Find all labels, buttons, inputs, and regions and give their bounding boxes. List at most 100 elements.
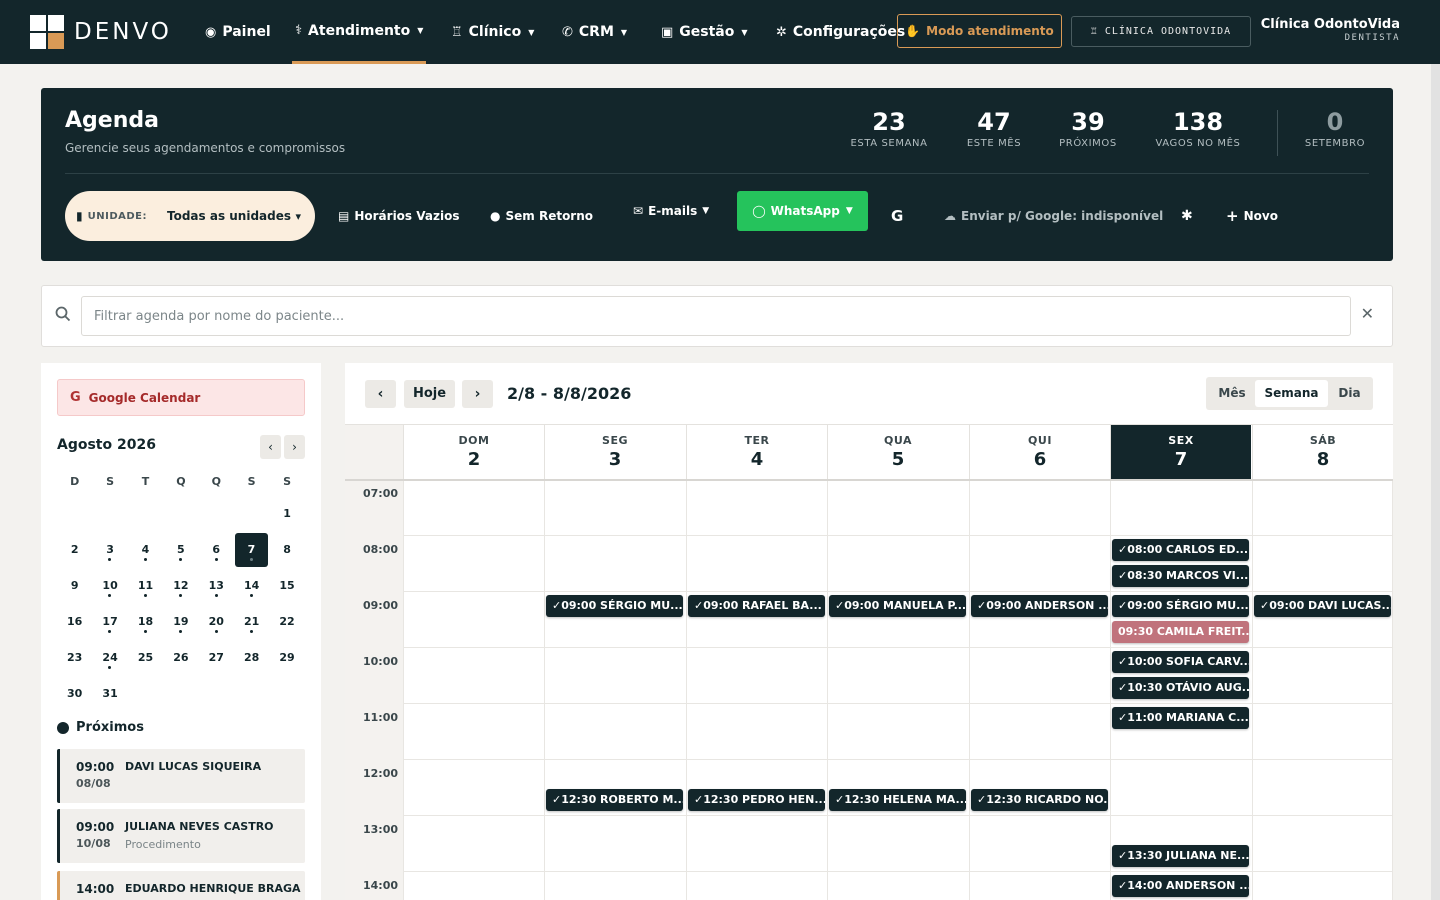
appointment-event[interactable]: ✓14:00 ANDERSON ... xyxy=(1112,875,1249,897)
enviar-google-button[interactable]: ☁ Enviar p/ Google: indisponível xyxy=(944,192,1163,240)
weekday-label: T xyxy=(141,475,150,488)
mini-prev-month-button[interactable]: ‹ xyxy=(260,435,281,459)
appointment-event[interactable]: ✓09:00 RAFAEL BA... xyxy=(688,595,825,617)
appointment-event[interactable]: ✓12:30 PEDRO HEN... xyxy=(688,789,825,811)
mini-day[interactable]: 31 xyxy=(92,677,127,713)
mini-day[interactable]: 22 xyxy=(269,605,304,641)
close-icon[interactable]: ✕ xyxy=(1361,304,1374,323)
appointment-event[interactable]: ✓09:00 DAVI LUCAS... xyxy=(1254,595,1391,617)
appointment-date: 10/08 xyxy=(76,837,111,850)
nav-atendimento[interactable]: ⚕ Atendimento ▼ xyxy=(292,0,427,64)
mini-day[interactable]: 8 xyxy=(269,533,304,569)
chevron-down-icon: ▼ xyxy=(528,27,535,37)
view-dia[interactable]: Dia xyxy=(1330,380,1369,407)
google-calendar-button[interactable]: G Google Calendar xyxy=(57,379,305,416)
brand-logo[interactable]: DENVO xyxy=(30,15,172,49)
mini-day[interactable]: 10 xyxy=(92,569,127,605)
mini-next-month-button[interactable]: › xyxy=(284,435,305,459)
mini-day[interactable]: 2 xyxy=(57,533,92,569)
appointment-event[interactable]: ✓12:30 ROBERTO M... xyxy=(546,789,683,811)
appointment-event[interactable]: ✓10:00 SOFIA CARV... xyxy=(1112,651,1249,673)
mini-day[interactable]: 28 xyxy=(234,641,269,677)
user-menu[interactable]: Clínica OdontoVida DENTISTA xyxy=(1261,17,1400,43)
google-sync-button[interactable]: G xyxy=(891,192,903,240)
upcoming-appointment[interactable]: 14:00 EDUARDO HENRIQUE BRAGA xyxy=(57,871,305,900)
mini-day[interactable]: 4 xyxy=(128,533,163,569)
sem-retorno-button[interactable]: ● Sem Retorno xyxy=(490,192,593,240)
day-header-sex[interactable]: SEX 7 xyxy=(1110,425,1251,480)
view-mes[interactable]: Mês xyxy=(1212,380,1252,407)
page-scrollbar[interactable] xyxy=(1431,64,1440,900)
mini-day[interactable]: 11 xyxy=(128,569,163,605)
mini-day[interactable]: 19 xyxy=(163,605,198,641)
upcoming-appointment[interactable]: 09:00 08/08 DAVI LUCAS SIQUEIRA xyxy=(57,749,305,803)
appointment-event[interactable]: ✓12:30 RICARDO NO... xyxy=(971,789,1108,811)
search-input[interactable] xyxy=(81,296,1351,336)
mini-day[interactable]: 18 xyxy=(128,605,163,641)
nav-crm[interactable]: ✆ CRM ▼ xyxy=(562,0,627,64)
mini-day[interactable]: 7 xyxy=(234,533,269,569)
mini-day[interactable]: 25 xyxy=(128,641,163,677)
bug-report-button[interactable]: ✱ xyxy=(1181,192,1193,240)
nav-clinico[interactable]: ♖ Clínico ▼ xyxy=(451,0,534,64)
day-header-qua[interactable]: QUA 5 xyxy=(827,425,968,480)
day-header-seg[interactable]: SEG 3 xyxy=(544,425,685,480)
novo-agendamento-button[interactable]: + Novo xyxy=(1226,192,1278,240)
appointment-event[interactable]: ✓10:30 OTÁVIO AUG... xyxy=(1112,677,1249,699)
view-semana[interactable]: Semana xyxy=(1255,380,1328,407)
mini-day[interactable]: 12 xyxy=(163,569,198,605)
appointment-event[interactable]: ✓11:00 MARIANA C... xyxy=(1112,707,1249,729)
appointment-event[interactable]: ✓13:30 JULIANA NE... xyxy=(1112,845,1249,867)
appointment-event[interactable]: ✓09:00 MANUELA P... xyxy=(829,595,966,617)
day-header-qui[interactable]: QUI 6 xyxy=(969,425,1110,480)
appointment-event[interactable]: ✓08:30 MARCOS VI... xyxy=(1112,565,1249,587)
mini-day-empty xyxy=(269,677,304,713)
nav-configuracoes[interactable]: ✲ Configurações xyxy=(776,0,905,64)
mini-day[interactable]: 26 xyxy=(163,641,198,677)
today-button[interactable]: Hoje xyxy=(404,380,455,408)
mini-day[interactable]: 27 xyxy=(199,641,234,677)
appointment-event[interactable]: ✓09:00 SÉRGIO MU... xyxy=(546,595,683,617)
mini-day[interactable]: 23 xyxy=(57,641,92,677)
appointment-patient: JULIANA NEVES CASTRO xyxy=(125,820,274,833)
modo-atendimento-button[interactable]: ✋ Modo atendimento xyxy=(897,14,1062,48)
mini-day[interactable]: 5 xyxy=(163,533,198,569)
mini-day-empty xyxy=(199,497,234,533)
mini-day[interactable]: 3 xyxy=(92,533,127,569)
column-gridline xyxy=(827,481,828,900)
whatsapp-dropdown[interactable]: ◯ WhatsApp ▼ xyxy=(737,191,868,231)
mini-day[interactable]: 24 xyxy=(92,641,127,677)
mini-day[interactable]: 16 xyxy=(57,605,92,641)
nav-gestao[interactable]: ▣ Gestão ▼ xyxy=(661,0,748,64)
day-header-sáb[interactable]: SÁB 8 xyxy=(1252,425,1393,480)
mini-day-empty xyxy=(234,677,269,713)
appointment-event[interactable]: 09:30 CAMILA FREIT... xyxy=(1112,621,1249,643)
nav-painel[interactable]: ◉ Painel xyxy=(205,0,271,64)
day-header-ter[interactable]: TER 4 xyxy=(686,425,827,480)
mini-day[interactable]: 15 xyxy=(269,569,304,605)
mini-day[interactable]: 29 xyxy=(269,641,304,677)
next-week-button[interactable]: › xyxy=(462,380,493,408)
mini-day[interactable]: 6 xyxy=(199,533,234,569)
unit-selector[interactable]: ▮ UNIDADE: Todas as unidades ▾ xyxy=(65,191,315,241)
mini-day[interactable]: 21 xyxy=(234,605,269,641)
mini-day[interactable]: 17 xyxy=(92,605,127,641)
mini-day-empty xyxy=(128,497,163,533)
upcoming-appointment[interactable]: 09:00 10/08 JULIANA NEVES CASTRO Procedimen… xyxy=(57,809,305,863)
mini-day[interactable]: 9 xyxy=(57,569,92,605)
appointment-event[interactable]: ✓08:00 CARLOS ED... xyxy=(1112,539,1249,561)
horarios-vazios-button[interactable]: ▤ Horários Vazios xyxy=(338,192,459,240)
prev-week-button[interactable]: ‹ xyxy=(365,380,396,408)
mini-day-selected: 7 xyxy=(234,533,268,567)
emails-dropdown[interactable]: ✉ E-mails ▼ xyxy=(633,187,709,235)
mini-day[interactable]: 30 xyxy=(57,677,92,713)
appointment-event[interactable]: ✓09:00 SÉRGIO MU... xyxy=(1112,595,1249,617)
appointment-event[interactable]: ✓12:30 HELENA MA... xyxy=(829,789,966,811)
mini-day[interactable]: 14 xyxy=(234,569,269,605)
mini-day[interactable]: 13 xyxy=(199,569,234,605)
mini-day[interactable]: 20 xyxy=(199,605,234,641)
clinic-selector-button[interactable]: ♖ CLÍNICA ODONTOVIDA xyxy=(1071,16,1251,47)
day-header-dom[interactable]: DOM 2 xyxy=(403,425,544,480)
mini-day[interactable]: 1 xyxy=(269,497,304,533)
appointment-event[interactable]: ✓09:00 ANDERSON ... xyxy=(971,595,1108,617)
